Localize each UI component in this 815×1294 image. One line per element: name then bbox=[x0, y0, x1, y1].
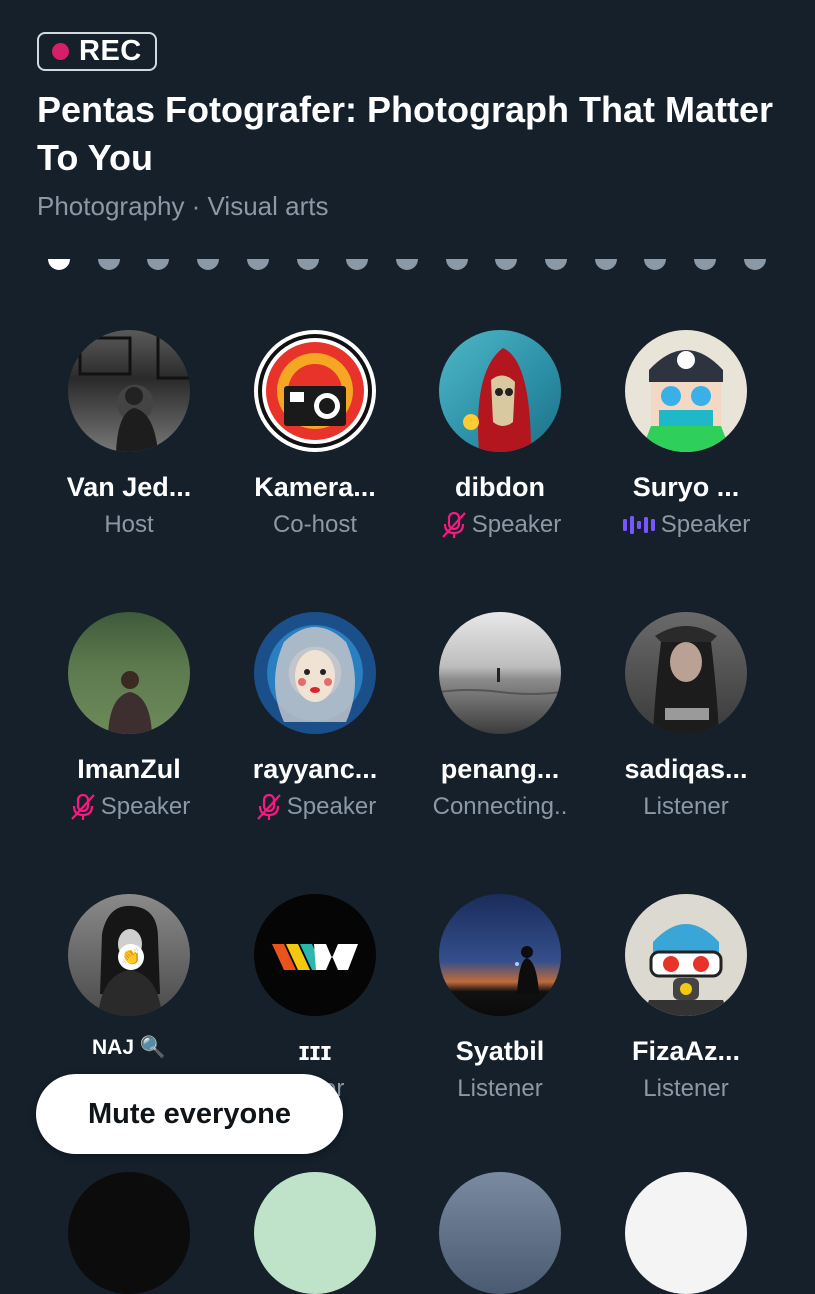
participant-role: Host bbox=[36, 510, 222, 540]
participant-tile[interactable]: FizaAz... Listener bbox=[593, 894, 779, 1154]
participant-role-label: Speaker bbox=[660, 511, 751, 538]
page-dot bbox=[147, 259, 169, 270]
participant-name: Syatbil bbox=[455, 1036, 545, 1066]
participant-role: Listener bbox=[407, 1074, 593, 1104]
page-dot bbox=[595, 259, 617, 270]
cartoon-character-icon[interactable] bbox=[625, 330, 747, 452]
participant-role-label: Speaker bbox=[471, 511, 562, 538]
recording-badge: REC bbox=[37, 32, 157, 71]
camera-logo-icon[interactable] bbox=[254, 330, 376, 452]
page-dot bbox=[197, 259, 219, 270]
participant-tile[interactable]: rayyanc... Speaker bbox=[222, 612, 408, 872]
participant-name: FizaAz... bbox=[631, 1036, 740, 1066]
user-photo-icon[interactable] bbox=[254, 1172, 376, 1294]
participant-role: Speaker bbox=[36, 792, 222, 822]
participant-tile[interactable]: penang... Connecting.. bbox=[407, 612, 593, 872]
participant-role: Connecting.. bbox=[407, 792, 593, 822]
participant-name: Suryo ... bbox=[632, 472, 740, 502]
recording-label: REC bbox=[79, 35, 142, 67]
participant-role-label: Speaker bbox=[100, 793, 191, 820]
user-photo-icon[interactable] bbox=[68, 612, 190, 734]
page-dot bbox=[396, 259, 418, 270]
cartoon-character-icon[interactable] bbox=[625, 894, 747, 1016]
participant-role: Speaker bbox=[222, 792, 408, 822]
page-indicator bbox=[48, 248, 768, 270]
participant-name: penang... bbox=[440, 754, 560, 784]
participant-role: Speaker bbox=[593, 510, 779, 540]
seascape-photo-icon[interactable] bbox=[439, 612, 561, 734]
user-photo-icon[interactable]: 👏 bbox=[68, 894, 190, 1016]
participant-role-label: Connecting.. bbox=[432, 793, 568, 820]
page-dot bbox=[98, 259, 120, 270]
participant-role-label: Host bbox=[104, 511, 154, 538]
participant-role-label: Co-host bbox=[272, 511, 358, 538]
user-photo-icon[interactable] bbox=[625, 1172, 747, 1294]
user-photo-icon[interactable] bbox=[625, 612, 747, 734]
space-title: Pentas Fotografer: Photograph That Matte… bbox=[37, 89, 774, 178]
page-dot bbox=[744, 259, 766, 270]
page-dot bbox=[346, 259, 368, 270]
mic-muted-icon bbox=[68, 792, 98, 822]
mic-muted-icon bbox=[254, 792, 284, 822]
participant-role-label: Speaker bbox=[286, 793, 377, 820]
hooded-skull-art-icon[interactable] bbox=[439, 330, 561, 452]
participant-role: Listener bbox=[593, 1074, 779, 1104]
page-dot bbox=[446, 259, 468, 270]
participant-tile[interactable]: ImanZul Speaker bbox=[36, 612, 222, 872]
mute-everyone-button[interactable]: Mute everyone bbox=[36, 1074, 343, 1154]
page-dot bbox=[495, 259, 517, 270]
participant-role-label: Listener bbox=[643, 1075, 729, 1102]
portrait-art-icon[interactable] bbox=[254, 612, 376, 734]
night-sky-photo-icon[interactable] bbox=[439, 894, 561, 1016]
page-dot bbox=[297, 259, 319, 270]
user-photo-icon[interactable] bbox=[439, 1172, 561, 1294]
participant-name: Van Jed... bbox=[66, 472, 192, 502]
participant-tile[interactable]: dibdon Speaker bbox=[407, 330, 593, 590]
user-photo-icon[interactable] bbox=[68, 1172, 190, 1294]
page-dot bbox=[545, 259, 567, 270]
page-dot bbox=[247, 259, 269, 270]
mic-muted-icon bbox=[439, 510, 469, 540]
participant-role-label: Listener bbox=[643, 793, 729, 820]
w-logo-icon[interactable] bbox=[254, 894, 376, 1016]
speaking-waveform-icon bbox=[622, 515, 658, 535]
participant-tile[interactable]: Syatbil Listener bbox=[407, 894, 593, 1154]
clap-reaction-icon: 👏 bbox=[118, 944, 144, 970]
participant-name: dibdon bbox=[455, 472, 545, 502]
participant-name: ɪɪɪ bbox=[298, 1036, 332, 1066]
page-dot bbox=[694, 259, 716, 270]
participant-tile[interactable]: Suryo ... Speaker bbox=[593, 330, 779, 590]
participant-name: ImanZul bbox=[77, 754, 181, 784]
page-dot bbox=[48, 259, 70, 270]
participant-tile[interactable]: Kamera... Co-host bbox=[222, 330, 408, 590]
participant-name: NAJ 🔍 bbox=[92, 1036, 166, 1059]
participant-role: Speaker bbox=[407, 510, 593, 540]
participant-role: Co-host bbox=[222, 510, 408, 540]
participant-role-label: Listener bbox=[457, 1075, 543, 1102]
participant-tile[interactable]: Van Jed... Host bbox=[36, 330, 222, 590]
participant-role: Listener bbox=[593, 792, 779, 822]
space-topics: Photography · Visual arts bbox=[37, 191, 329, 221]
page-dot bbox=[644, 259, 666, 270]
recording-dot-icon bbox=[52, 43, 69, 60]
participant-name: sadiqas... bbox=[624, 754, 748, 784]
participant-tile[interactable]: sadiqas... Listener bbox=[593, 612, 779, 872]
participant-name: rayyanc... bbox=[252, 754, 378, 784]
participant-name: Kamera... bbox=[254, 472, 376, 502]
user-photo-icon[interactable] bbox=[68, 330, 190, 452]
